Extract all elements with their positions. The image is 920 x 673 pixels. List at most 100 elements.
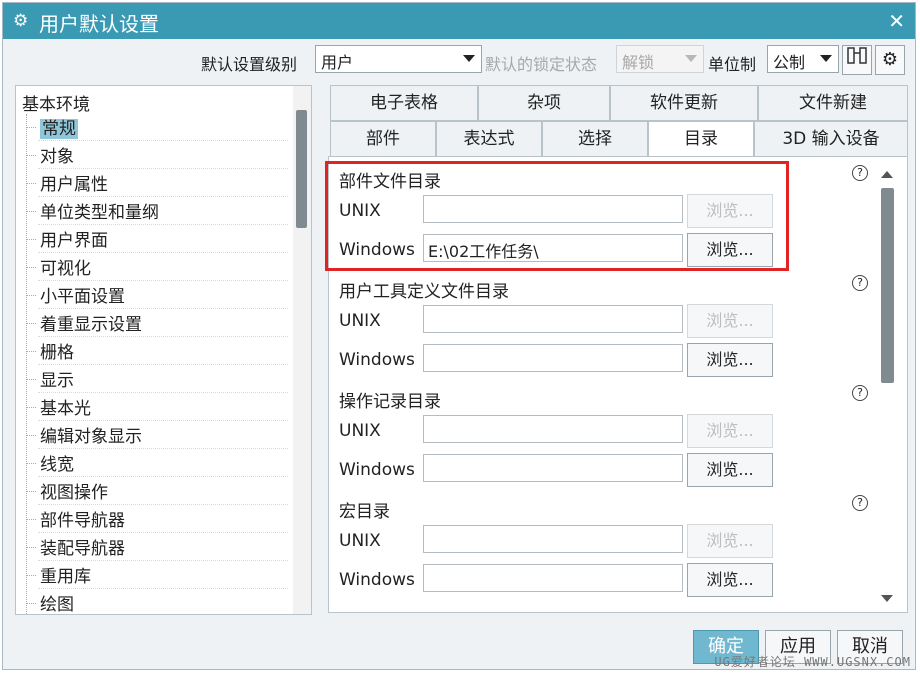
tree-item-label: 显示 [40,371,74,391]
tree-item[interactable]: 用户界面 [26,226,288,253]
tree-connector-dot [26,407,36,408]
tree-connector-dot [26,127,36,128]
chevron-down-icon [685,55,697,62]
tree-scroll-thumb[interactable] [296,110,307,228]
tree-connector-dot [26,519,36,520]
tree-item[interactable]: 视图操作 [26,478,288,505]
tree-connector-dot [26,211,36,212]
tree-item[interactable]: 显示 [26,366,288,393]
tree-item-label: 着重显示设置 [40,315,142,335]
unix-path-field[interactable] [423,305,683,333]
tab-selection[interactable]: 选择 [542,121,648,157]
tree-item[interactable]: 栅格 [26,338,288,365]
tree-item[interactable]: 绘图 [26,590,288,614]
tree-root[interactable]: 基本环境 [22,90,90,115]
lock-select: 解锁 [616,45,704,73]
tree-item-label: 编辑对象显示 [40,427,142,447]
tab-part[interactable]: 部件 [330,121,436,157]
tree-item[interactable]: 装配导航器 [26,534,288,561]
windows-label: Windows [339,570,415,590]
tree-item[interactable]: 着重显示设置 [26,310,288,337]
tab-file-new[interactable]: 文件新建 [758,85,908,121]
panel-scroll-thumb[interactable] [881,188,894,383]
panel-scrollbar[interactable] [878,163,896,607]
tree-item[interactable]: 编辑对象显示 [26,422,288,449]
tab-software-update[interactable]: 软件更新 [610,85,758,121]
gear-icon: ⚙ [13,11,29,31]
tree-item-label: 线宽 [40,455,74,475]
unit-select[interactable]: 公制 [767,45,839,73]
settings-button[interactable]: ⚙ [875,45,905,75]
annotation-highlight-box [325,161,789,271]
unix-label: UNIX [339,311,381,331]
tree-item[interactable]: 单位类型和量纲 [26,198,288,225]
tree-item[interactable]: 基本光 [26,394,288,421]
windows-path-field[interactable] [423,344,683,372]
tree-item-label: 小平面设置 [40,287,125,307]
tree-connector-dot [26,435,36,436]
tree-connector-dot [26,239,36,240]
unix-path-field[interactable] [423,525,683,553]
close-icon[interactable]: ✕ [888,9,905,33]
lock-label: 默认的锁定状态 [485,55,598,74]
tree-item[interactable]: 线宽 [26,450,288,477]
tree-connector-dot [26,575,36,576]
help-icon[interactable]: ? [852,495,868,511]
dialog-footer: 确定 应用 取消 UG爱好者论坛 WWW.UGSNX.COM [3,623,915,669]
tree-item-label: 装配导航器 [40,539,125,559]
tree-item[interactable]: 用户属性 [26,170,288,197]
tree-connector-dot [26,323,36,324]
tree-item[interactable]: 重用库 [26,562,288,589]
windows-label: Windows [339,350,415,370]
tree-item-label: 常规 [40,119,78,139]
windows-path-field[interactable] [423,564,683,592]
tab-bar: 电子表格 杂项 软件更新 文件新建 部件 表达式 选择 目录 3D 输入设备 [330,85,908,157]
tree-connector-dot [26,491,36,492]
chevron-down-icon [463,55,475,62]
tree-item-label: 对象 [40,147,74,167]
windows-browse-button[interactable]: 浏览... [687,343,773,377]
scroll-up-icon[interactable] [881,171,893,178]
windows-path-field[interactable] [423,454,683,482]
section-journal-dir: 操作记录目录 ? UNIX 浏览... Windows 浏览... [337,385,868,497]
level-select[interactable]: 用户 [315,45,482,73]
tree-connector-dot [26,295,36,296]
tree-item[interactable]: 可视化 [26,254,288,281]
help-icon[interactable]: ? [852,385,868,401]
tab-directory[interactable]: 目录 [648,121,754,157]
find-binoculars-button[interactable] [842,45,872,75]
tree-connector-dot [26,547,36,548]
windows-browse-button[interactable]: 浏览... [687,563,773,597]
tree-item[interactable]: 部件导航器 [26,506,288,533]
dialog-title: 用户默认设置 [39,12,159,36]
help-icon[interactable]: ? [852,275,868,291]
section-user-tools-dir: 用户工具定义文件目录 ? UNIX 浏览... Windows 浏览... [337,275,868,387]
tree-connector-dot [26,155,36,156]
unix-path-field[interactable] [423,415,683,443]
tree-connector-dot [26,379,36,380]
title-bar: ⚙ 用户默认设置 ✕ [3,3,915,39]
level-select-value: 用户 [321,53,354,72]
top-toolbar: 默认设置级别 用户 默认的锁定状态 解锁 单位制 公制 ⚙ [3,43,915,77]
tab-expression[interactable]: 表达式 [436,121,542,157]
tree-item[interactable]: 对象 [26,142,288,169]
scroll-down-icon[interactable] [881,595,893,602]
help-icon[interactable]: ? [852,165,868,181]
tab-misc[interactable]: 杂项 [478,85,610,121]
tree-item[interactable]: 小平面设置 [26,282,288,309]
tab-spreadsheet[interactable]: 电子表格 [330,85,478,121]
windows-label: Windows [339,460,415,480]
tree-item[interactable]: 常规 [26,114,288,141]
windows-browse-button[interactable]: 浏览... [687,453,773,487]
tree-connector-dot [26,351,36,352]
unit-select-value: 公制 [773,53,806,72]
tree-item-label: 单位类型和量纲 [40,203,159,223]
tab-3d-input[interactable]: 3D 输入设备 [754,121,908,157]
unit-label: 单位制 [708,55,757,74]
tree-connector-dot [26,267,36,268]
tree-item-label: 用户属性 [40,175,108,195]
level-label: 默认设置级别 [201,55,298,74]
tree-item-label: 栅格 [40,343,74,363]
tree-scrollbar[interactable] [293,86,311,614]
unix-label: UNIX [339,421,381,441]
